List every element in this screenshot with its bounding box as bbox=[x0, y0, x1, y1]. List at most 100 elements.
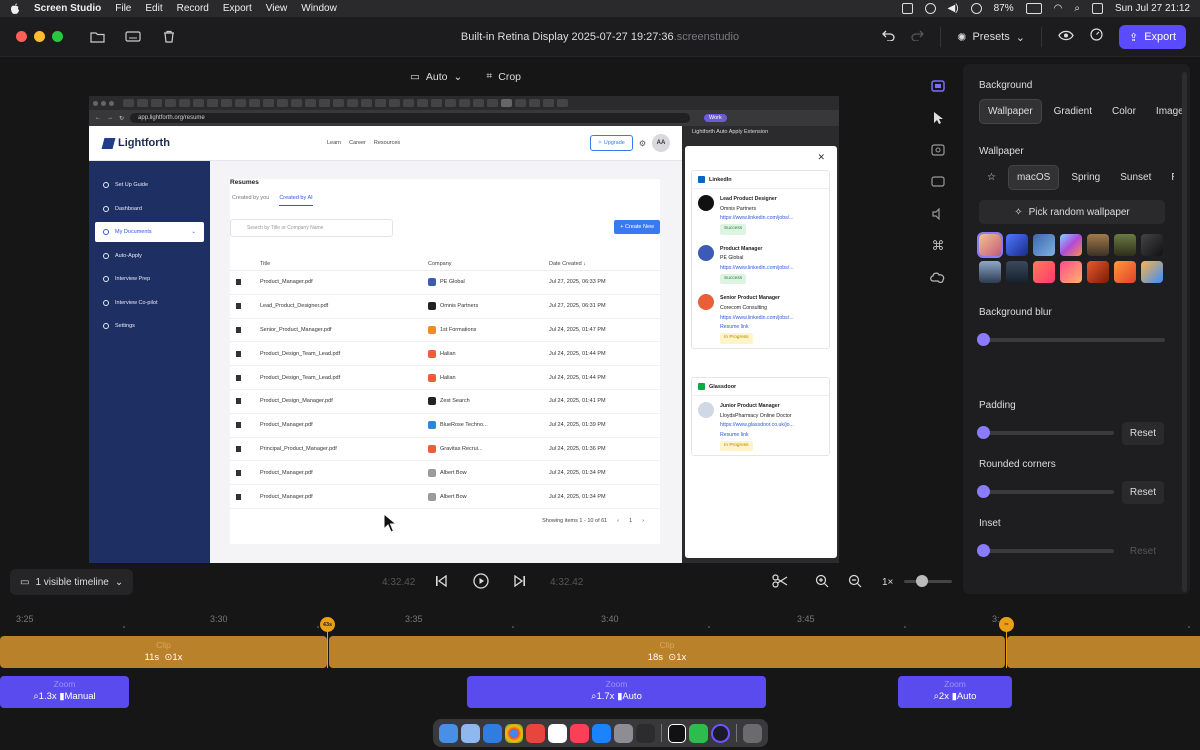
recording-preview[interactable]: ← → ↻ app.lightforth.org/resume Work Lig… bbox=[89, 96, 839, 563]
wallpaper-thumbnail[interactable] bbox=[979, 261, 1001, 283]
trash-icon[interactable] bbox=[161, 30, 177, 44]
presets-dropdown[interactable]: ✺ Presets ⌄ bbox=[957, 31, 1025, 44]
trash-icon[interactable] bbox=[743, 723, 763, 743]
inset-slider[interactable] bbox=[977, 544, 1114, 557]
status-app-icon[interactable] bbox=[901, 3, 913, 14]
app-store-icon[interactable] bbox=[592, 723, 611, 743]
calendar-icon[interactable] bbox=[548, 723, 568, 743]
zoom-window-button[interactable] bbox=[52, 31, 63, 42]
scissors-icon[interactable] bbox=[772, 574, 788, 588]
wallpaper-thumbnail[interactable] bbox=[1006, 234, 1028, 256]
rounded-corners-slider[interactable] bbox=[977, 485, 1114, 498]
padding-slider[interactable] bbox=[977, 426, 1114, 439]
volume-icon[interactable]: ◀) bbox=[948, 3, 959, 14]
zoom-segment[interactable]: Zoom ⌕2x ▮Auto bbox=[898, 676, 1012, 708]
camera-tool-icon[interactable] bbox=[931, 134, 945, 166]
clip-segment[interactable]: Clip 11s ⊙1x bbox=[0, 636, 327, 668]
slider-knob[interactable] bbox=[916, 575, 928, 587]
menubar-clock[interactable]: Sun Jul 27 21:12 bbox=[1115, 3, 1190, 14]
wallpaper-thumbnail[interactable] bbox=[1033, 261, 1055, 283]
captions-tool-icon[interactable] bbox=[931, 166, 945, 198]
wifi-icon[interactable]: ◠ bbox=[1054, 3, 1063, 14]
menu-window[interactable]: Window bbox=[301, 3, 337, 14]
play-status-icon[interactable] bbox=[970, 3, 982, 14]
capcut-icon[interactable] bbox=[667, 723, 687, 743]
slider-knob[interactable] bbox=[977, 333, 990, 346]
zoom-out-icon[interactable] bbox=[848, 574, 862, 588]
timeline-ruler[interactable]: 3:25 3:30 3:35 3:40 3:45 3: bbox=[0, 610, 1200, 634]
wallpaper-thumbnail[interactable] bbox=[977, 232, 1003, 258]
skip-forward-icon[interactable] bbox=[514, 575, 526, 587]
wallpaper-thumbnail[interactable] bbox=[1033, 234, 1055, 256]
apple-icon[interactable] bbox=[10, 3, 20, 15]
chrome-icon[interactable] bbox=[504, 723, 524, 743]
menu-file[interactable]: File bbox=[115, 3, 131, 14]
cursor-tool-icon[interactable] bbox=[933, 102, 943, 134]
menu-app-name[interactable]: Screen Studio bbox=[34, 3, 101, 14]
background-blur-slider[interactable] bbox=[977, 333, 1165, 346]
music-icon[interactable] bbox=[570, 723, 590, 743]
rounded-reset-button[interactable]: Reset bbox=[1121, 480, 1164, 504]
wallpaper-thumbnail[interactable] bbox=[1141, 261, 1163, 283]
zoom-in-icon[interactable] bbox=[815, 574, 829, 588]
minimize-window-button[interactable] bbox=[34, 31, 45, 42]
wallpaper-thumbnail[interactable] bbox=[1114, 234, 1136, 256]
zoom-segment[interactable]: Zoom ⌕1.7x ▮Auto bbox=[467, 676, 766, 708]
redo-icon[interactable] bbox=[911, 28, 925, 46]
slider-knob[interactable] bbox=[977, 544, 990, 557]
wallpaper-thumbnail[interactable] bbox=[1087, 234, 1109, 256]
finder-icon[interactable] bbox=[439, 723, 458, 743]
undo-icon[interactable] bbox=[882, 28, 895, 46]
system-settings-icon[interactable] bbox=[613, 723, 633, 743]
close-window-button[interactable] bbox=[16, 31, 27, 42]
wallpaper-thumbnail[interactable] bbox=[1087, 261, 1109, 283]
skip-back-icon[interactable] bbox=[435, 575, 447, 587]
shortcuts-tool-icon[interactable]: ⌘ bbox=[932, 230, 945, 262]
tab-gradient[interactable]: Gradient bbox=[1046, 100, 1100, 123]
brain-tool-icon[interactable] bbox=[930, 262, 946, 294]
tab-sunset[interactable]: Sunset bbox=[1112, 166, 1159, 189]
aspect-ratio-dropdown[interactable]: ▭ Auto ⌄ bbox=[410, 71, 462, 83]
battery-icon[interactable] bbox=[1025, 3, 1042, 14]
facetime-icon[interactable] bbox=[689, 723, 709, 743]
control-center-icon[interactable] bbox=[1091, 3, 1103, 14]
background-tool-icon[interactable] bbox=[931, 70, 945, 102]
screen-studio-icon[interactable] bbox=[711, 723, 731, 743]
slider-knob[interactable] bbox=[977, 485, 990, 498]
tab-spring[interactable]: Spring bbox=[1063, 166, 1108, 189]
wallpaper-thumbnail[interactable] bbox=[1006, 261, 1028, 283]
padding-reset-button[interactable]: Reset bbox=[1121, 421, 1164, 445]
play-button[interactable] bbox=[473, 573, 489, 589]
menu-view[interactable]: View bbox=[266, 3, 288, 14]
opera-icon[interactable] bbox=[526, 723, 546, 743]
menu-export[interactable]: Export bbox=[223, 3, 252, 14]
favorites-star-icon[interactable]: ☆ bbox=[979, 166, 1004, 189]
zoom-segment[interactable]: Zoom ⌕1.3x ▮Manual bbox=[0, 676, 129, 708]
wallpaper-thumbnail[interactable] bbox=[1114, 261, 1136, 283]
spotlight-icon[interactable]: ⌕ bbox=[1074, 3, 1080, 14]
settings-scrollbar[interactable] bbox=[1182, 72, 1187, 592]
wallpaper-thumbnail[interactable] bbox=[1060, 234, 1082, 256]
tab-color[interactable]: Color bbox=[1104, 100, 1144, 123]
cut-marker[interactable]: 43s bbox=[320, 617, 335, 632]
wallpaper-thumbnail[interactable] bbox=[1060, 261, 1082, 283]
speed-gauge-icon[interactable] bbox=[1090, 28, 1103, 46]
safari-icon[interactable] bbox=[482, 723, 502, 743]
inset-reset-button[interactable]: Reset bbox=[1122, 540, 1164, 563]
clip-segment[interactable] bbox=[1007, 636, 1200, 668]
playhead-scissors-icon[interactable]: ✂ bbox=[999, 617, 1014, 632]
pick-random-wallpaper-button[interactable]: ✧ Pick random wallpaper bbox=[979, 200, 1165, 224]
figma-icon[interactable] bbox=[635, 723, 655, 743]
mail-icon[interactable] bbox=[460, 723, 480, 743]
keyboard-icon[interactable] bbox=[125, 30, 141, 44]
menu-edit[interactable]: Edit bbox=[145, 3, 162, 14]
slider-knob[interactable] bbox=[977, 426, 990, 439]
tab-macos[interactable]: macOS bbox=[1007, 165, 1060, 190]
folder-icon[interactable] bbox=[89, 30, 105, 44]
record-status-icon[interactable] bbox=[924, 3, 936, 14]
export-button[interactable]: ⇪ Export bbox=[1118, 25, 1186, 49]
clip-segment[interactable]: Clip 18s ⊙1x bbox=[329, 636, 1005, 668]
preview-eye-icon[interactable] bbox=[1058, 28, 1074, 46]
tab-radial[interactable]: Radia bbox=[1163, 166, 1174, 189]
visible-timeline-dropdown[interactable]: ▭ 1 visible timeline ⌄ bbox=[10, 569, 134, 595]
